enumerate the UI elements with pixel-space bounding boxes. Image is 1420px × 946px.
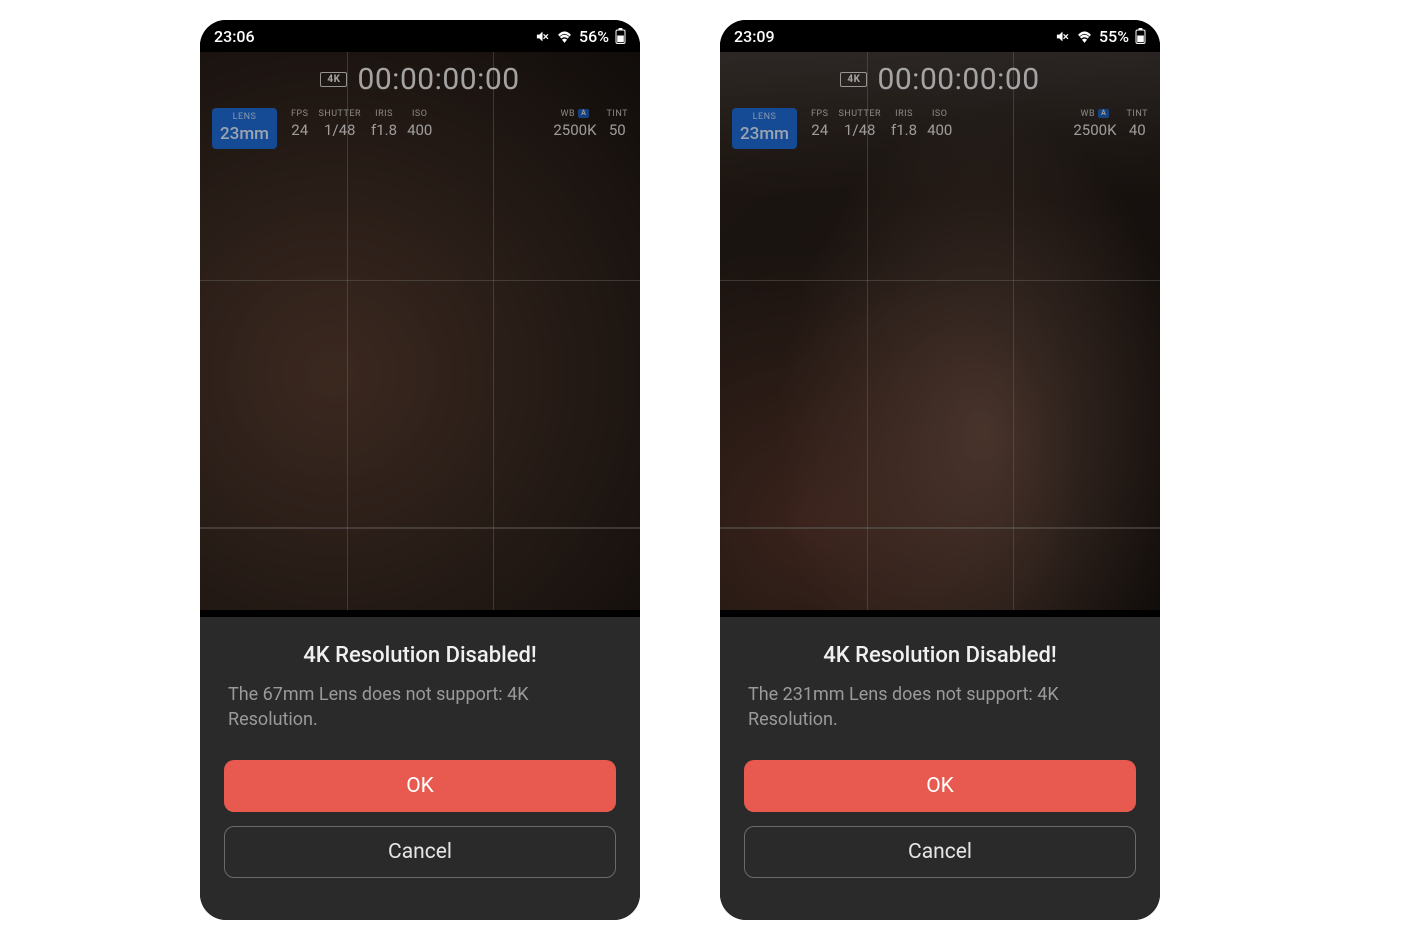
param-shutter[interactable]: SHUTTER 1/48 (838, 108, 881, 149)
resolution-badge: 4K (840, 72, 867, 87)
param-tint-label: TINT (1127, 108, 1148, 120)
status-time: 23:06 (214, 27, 255, 46)
param-wb[interactable]: WBA 2500K (1073, 108, 1116, 149)
status-bar: 23:09 55% (720, 20, 1160, 52)
battery-icon (1135, 28, 1146, 44)
param-tint[interactable]: TINT 50 (607, 108, 628, 149)
camera-params-row: LENS 23mm FPS 24 SHUTTER 1/48 IRIS f1.8 … (212, 108, 628, 149)
param-iris[interactable]: IRIS f1.8 (891, 108, 917, 149)
cancel-button[interactable]: Cancel (744, 826, 1136, 878)
dialog-sheet: 4K Resolution Disabled! The 231mm Lens d… (720, 617, 1160, 920)
wifi-icon (1076, 30, 1093, 43)
phone-screenshot-right: 23:09 55% 4K 00:00:00:00 LENS 23mm (720, 20, 1160, 920)
camera-params-row: LENS 23mm FPS 24 SHUTTER 1/48 IRIS f1.8 … (732, 108, 1148, 149)
param-wb[interactable]: WBA 2500K (553, 108, 596, 149)
wb-auto-badge: A (1098, 109, 1109, 118)
param-wb-label: WBA (561, 108, 590, 120)
param-iris-value: f1.8 (891, 120, 917, 140)
param-shutter-value: 1/48 (324, 120, 355, 140)
dialog-message: The 67mm Lens does not support: 4K Resol… (224, 682, 616, 732)
dialog-title: 4K Resolution Disabled! (224, 643, 616, 668)
timecode: 00:00:00:00 (357, 62, 519, 97)
ok-button[interactable]: OK (224, 760, 616, 812)
status-bar: 23:06 56% (200, 20, 640, 52)
param-fps[interactable]: FPS 24 (291, 108, 309, 149)
ok-button[interactable]: OK (744, 760, 1136, 812)
param-fps-label: FPS (811, 108, 829, 120)
param-wb-value: 2500K (553, 120, 596, 140)
param-tint-label: TINT (607, 108, 628, 120)
param-iso-value: 400 (407, 120, 432, 140)
param-iso-value: 400 (927, 120, 952, 140)
param-iris-label: IRIS (375, 108, 393, 120)
top-overlay: 4K 00:00:00:00 (720, 62, 1160, 97)
dialog-sheet: 4K Resolution Disabled! The 67mm Lens do… (200, 617, 640, 920)
param-fps[interactable]: FPS 24 (811, 108, 829, 149)
wifi-icon (556, 30, 573, 43)
param-iso[interactable]: ISO 400 (407, 108, 432, 149)
param-iris-label: IRIS (895, 108, 913, 120)
param-shutter-label: SHUTTER (318, 108, 361, 120)
param-tint-value: 50 (609, 120, 626, 140)
wb-auto-badge: A (578, 109, 589, 118)
dialog-message: The 231mm Lens does not support: 4K Reso… (744, 682, 1136, 732)
param-lens[interactable]: LENS 23mm (212, 108, 277, 149)
param-lens-value: 23mm (220, 123, 269, 146)
param-lens-value: 23mm (740, 123, 789, 146)
param-iso[interactable]: ISO 400 (927, 108, 952, 149)
mute-icon (535, 29, 550, 44)
param-fps-value: 24 (291, 120, 308, 140)
cancel-button[interactable]: Cancel (224, 826, 616, 878)
resolution-badge: 4K (320, 72, 347, 87)
status-time: 23:09 (734, 27, 775, 46)
param-wb-value: 2500K (1073, 120, 1116, 140)
param-wb-label: WBA (1081, 108, 1110, 120)
param-iris-value: f1.8 (371, 120, 397, 140)
mute-icon (1055, 29, 1070, 44)
param-iso-label: ISO (412, 108, 427, 120)
param-lens-label: LENS (233, 111, 257, 123)
param-tint-value: 40 (1129, 120, 1146, 140)
status-battery: 56% (579, 27, 609, 46)
phone-screenshot-left: 23:06 56% 4K 00:00:00:00 LENS 23mm (200, 20, 640, 920)
param-shutter[interactable]: SHUTTER 1/48 (318, 108, 361, 149)
param-lens-label: LENS (753, 111, 777, 123)
param-fps-label: FPS (291, 108, 309, 120)
timecode: 00:00:00:00 (877, 62, 1039, 97)
battery-icon (615, 28, 626, 44)
param-lens[interactable]: LENS 23mm (732, 108, 797, 149)
param-iris[interactable]: IRIS f1.8 (371, 108, 397, 149)
param-iso-label: ISO (932, 108, 947, 120)
dialog-title: 4K Resolution Disabled! (744, 643, 1136, 668)
param-fps-value: 24 (811, 120, 828, 140)
param-shutter-value: 1/48 (844, 120, 875, 140)
status-battery: 55% (1099, 27, 1129, 46)
top-overlay: 4K 00:00:00:00 (200, 62, 640, 97)
param-shutter-label: SHUTTER (838, 108, 881, 120)
param-tint[interactable]: TINT 40 (1127, 108, 1148, 149)
